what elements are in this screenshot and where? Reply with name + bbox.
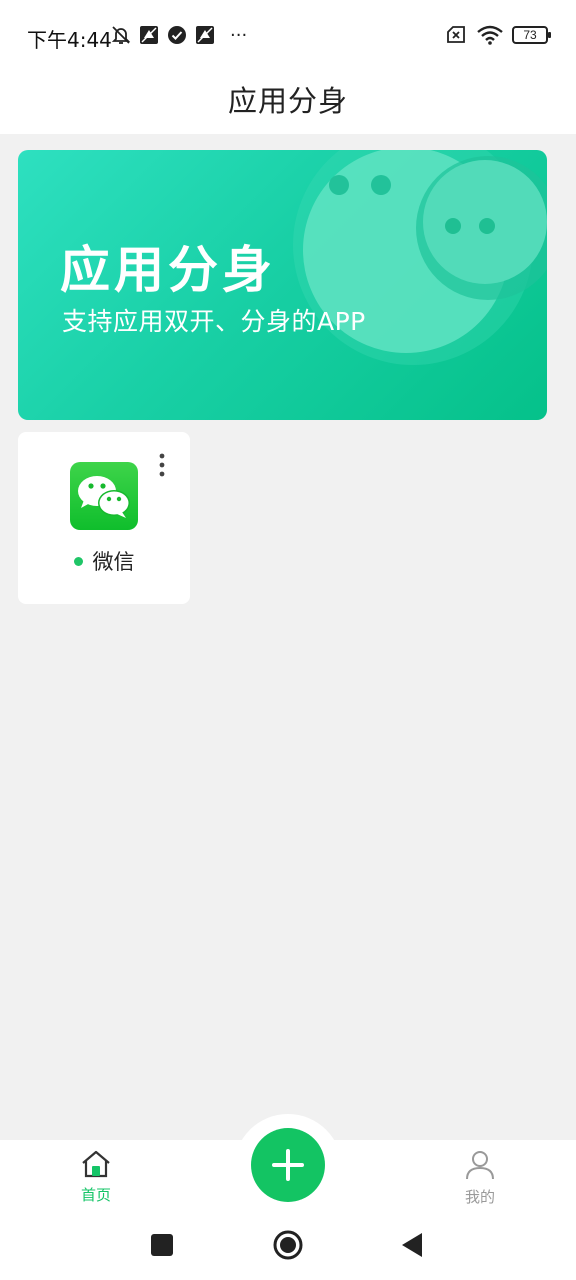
running-status-dot bbox=[73, 556, 83, 566]
back-triangle-icon[interactable] bbox=[400, 1228, 424, 1262]
plus-icon bbox=[272, 1149, 304, 1181]
nav-mine-label: 我的 bbox=[464, 1188, 495, 1206]
home-icon bbox=[82, 1150, 110, 1178]
title-bar: 应用分身 bbox=[0, 68, 576, 134]
user-icon bbox=[466, 1151, 494, 1180]
status-bar: 下午4:44 ··· 73 bbox=[0, 0, 576, 68]
promo-banner[interactable]: 应用分身 支持应用双开、分身的APP bbox=[18, 150, 547, 420]
wifi-icon bbox=[477, 25, 503, 45]
app-notify-icon bbox=[140, 26, 158, 44]
check-circle-icon bbox=[168, 26, 186, 44]
banner-subtitle: 支持应用双开、分身的APP bbox=[62, 307, 366, 336]
status-time: 下午4:44 bbox=[27, 28, 112, 52]
no-sim-icon bbox=[447, 26, 465, 43]
nav-mine[interactable]: 我的 bbox=[440, 1150, 520, 1207]
add-app-button[interactable] bbox=[251, 1128, 325, 1202]
page-title: 应用分身 bbox=[227, 84, 348, 118]
mute-bell-icon bbox=[111, 26, 131, 44]
more-options-icon[interactable] bbox=[154, 452, 170, 482]
status-right: 73 bbox=[444, 24, 551, 46]
more-notifications: ··· bbox=[230, 24, 248, 46]
wechat-logo bbox=[78, 476, 130, 518]
nav-home[interactable]: 首页 bbox=[56, 1150, 136, 1205]
recent-apps-icon[interactable] bbox=[150, 1228, 174, 1262]
app-name: 微信 bbox=[92, 550, 135, 574]
home-circle-icon[interactable] bbox=[272, 1228, 304, 1262]
battery-indicator: 73 bbox=[512, 26, 551, 44]
notification-icons: ··· bbox=[110, 24, 247, 46]
banner-title: 应用分身 bbox=[60, 241, 276, 299]
app-label-row: 微信 bbox=[18, 546, 190, 576]
app-notify-icon-2 bbox=[196, 26, 214, 44]
wechat-icon[interactable] bbox=[70, 462, 138, 530]
nav-home-label: 首页 bbox=[80, 1186, 111, 1204]
app-card-wechat[interactable]: 微信 bbox=[18, 432, 190, 604]
